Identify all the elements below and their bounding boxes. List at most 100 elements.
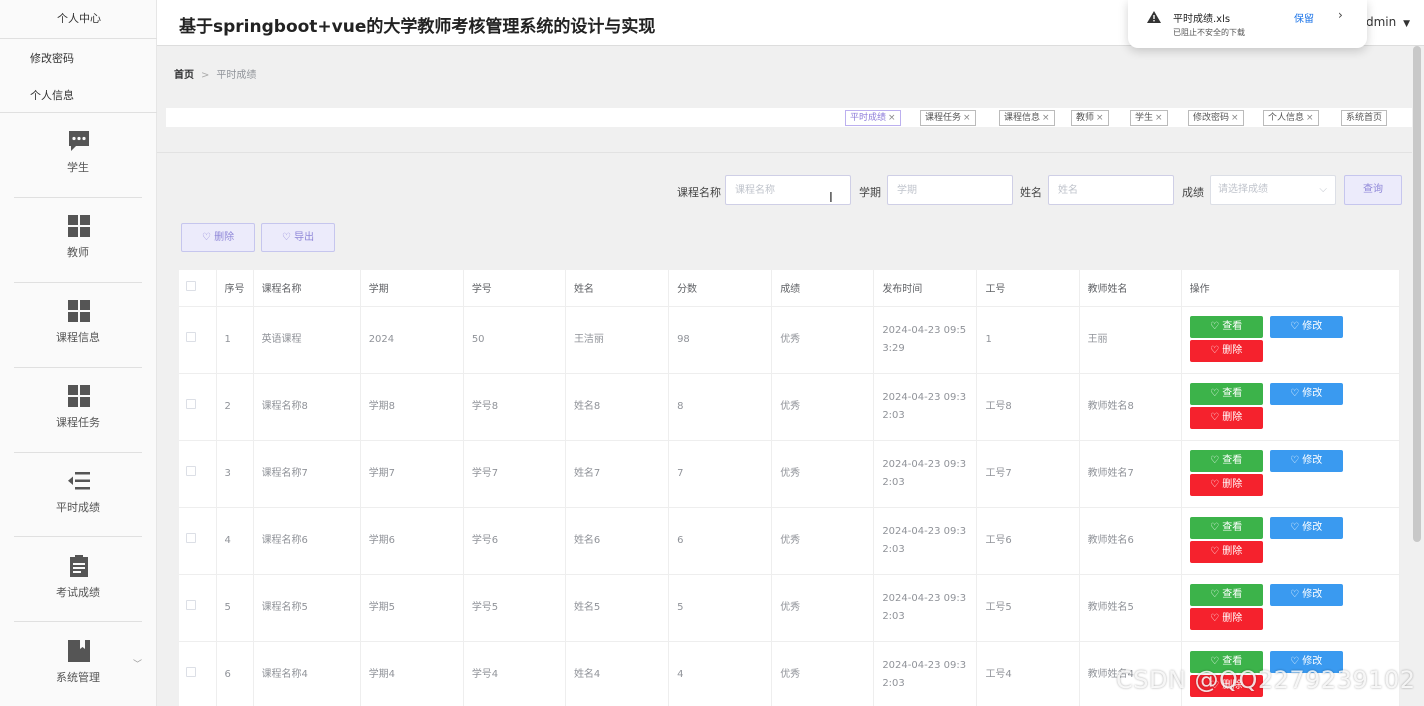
row-checkbox[interactable]: [179, 306, 217, 374]
checkbox[interactable]: [186, 599, 196, 610]
column-header[interactable]: 序号: [216, 270, 254, 307]
tag-personal-info[interactable]: 个人信息 ×: [1263, 110, 1319, 126]
cell-score: 8: [668, 373, 773, 441]
tag-students[interactable]: 学生 ×: [1130, 110, 1168, 126]
name-input[interactable]: [1048, 175, 1174, 205]
grade-select[interactable]: 请选择成绩 ⌵: [1210, 175, 1336, 205]
view-button[interactable]: ♡ 查看: [1189, 449, 1263, 472]
grade-label: 成绩: [1182, 186, 1204, 199]
term-input[interactable]: [887, 175, 1013, 205]
close-icon[interactable]: ×: [1155, 113, 1163, 123]
checkbox[interactable]: [186, 398, 196, 409]
heart-icon: ♡: [1290, 521, 1300, 533]
checkbox[interactable]: [186, 666, 196, 677]
download-notification: 平时成绩.xls 已阻止不安全的下载 保留 ›: [1128, 0, 1367, 48]
view-button[interactable]: ♡ 查看: [1189, 516, 1263, 539]
column-header[interactable]: 教师姓名: [1079, 270, 1182, 307]
row-checkbox[interactable]: [179, 574, 217, 642]
row-checkbox[interactable]: [179, 507, 217, 575]
sidebar: 个人中心 修改密码 个人信息 学生 教师 课程信息 课程任务 平时成绩 考试成绩…: [0, 0, 157, 706]
delete-button[interactable]: ♡ 删除: [1189, 339, 1263, 362]
column-header[interactable]: 分数: [668, 270, 773, 307]
column-header[interactable]: 成绩: [771, 270, 875, 307]
row-checkbox[interactable]: [179, 641, 217, 706]
checkbox[interactable]: [186, 465, 196, 476]
cell-grade: 优秀: [771, 574, 875, 642]
sidebar-item-label: 平时成绩: [56, 501, 100, 514]
cell-teacher-id: 工号8: [976, 373, 1080, 441]
sidebar-item-course-info[interactable]: 课程信息: [14, 283, 142, 367]
course-name-label: 课程名称: [677, 186, 721, 199]
cell-term: 2024: [360, 306, 464, 374]
heart-icon: ♡: [1210, 655, 1220, 667]
time-line-1: 2024-04-23 09:3: [882, 391, 967, 403]
query-button[interactable]: 查询: [1344, 175, 1402, 205]
edit-button[interactable]: ♡ 修改: [1269, 516, 1343, 539]
close-icon[interactable]: ×: [1096, 113, 1104, 123]
column-header[interactable]: 发布时间: [873, 270, 978, 307]
sidebar-item-course-tasks[interactable]: 课程任务: [14, 368, 142, 452]
delete-button[interactable]: ♡ 删除: [1189, 540, 1263, 563]
breadcrumb-home[interactable]: 首页: [174, 70, 194, 81]
close-icon[interactable]: ×: [1231, 113, 1239, 123]
cell-operations: ♡ 查看 ♡ 修改 ♡ 删除: [1181, 373, 1401, 441]
delete-button[interactable]: ♡ 删除: [1189, 473, 1263, 496]
close-icon[interactable]: ×: [963, 113, 971, 123]
cell-publish-time: 2024-04-23 09:5 3:29: [873, 306, 978, 374]
tag-teachers[interactable]: 教师 ×: [1071, 110, 1109, 126]
close-icon[interactable]: ×: [1306, 113, 1314, 123]
checkbox[interactable]: [186, 281, 196, 292]
chevron-right-icon[interactable]: ›: [1338, 8, 1343, 22]
batch-delete-button[interactable]: ♡ 删除: [181, 223, 255, 252]
close-icon[interactable]: ×: [1042, 113, 1050, 123]
column-header[interactable]: 学号: [463, 270, 566, 307]
select-all-checkbox[interactable]: [179, 270, 217, 307]
page-title: 基于springboot+vue的大学教师考核管理系统的设计与实现: [179, 17, 656, 37]
tag-system-home[interactable]: 系统首页: [1341, 110, 1388, 126]
view-button[interactable]: ♡ 查看: [1189, 382, 1263, 405]
heart-icon: ♡: [1210, 344, 1220, 356]
cell-term: 学期8: [360, 373, 464, 441]
view-button[interactable]: ♡ 查看: [1189, 583, 1263, 606]
edit-button[interactable]: ♡ 修改: [1269, 382, 1343, 405]
view-button[interactable]: ♡ 查看: [1189, 315, 1263, 338]
row-checkbox[interactable]: [179, 373, 217, 441]
cell-student-id: 学号4: [463, 641, 566, 706]
keep-button[interactable]: 保留: [1294, 10, 1314, 25]
column-header[interactable]: 课程名称: [253, 270, 361, 307]
cell-publish-time: 2024-04-23 09:3 2:03: [873, 507, 978, 575]
sidebar-item-teachers[interactable]: 教师: [14, 198, 142, 282]
column-header[interactable]: 工号: [976, 270, 1080, 307]
tag-course-info[interactable]: 课程信息 ×: [999, 110, 1055, 126]
column-header[interactable]: 学期: [360, 270, 464, 307]
cell-term: 学期7: [360, 440, 464, 508]
cell-index: 4: [216, 507, 254, 575]
heart-icon: ♡: [1210, 521, 1220, 533]
close-icon[interactable]: ×: [888, 113, 896, 123]
grid-icon: [68, 385, 90, 407]
row-checkbox[interactable]: [179, 440, 217, 508]
edit-button[interactable]: ♡ 修改: [1269, 449, 1343, 472]
table-row: 3 课程名称7 学期7 学号7 姓名7 7 优秀 2024-04-23 09:3 2:03 工号7…: [179, 440, 1401, 508]
checkbox[interactable]: [186, 331, 196, 342]
scrollbar[interactable]: [1413, 46, 1421, 542]
tag-change-password[interactable]: 修改密码 ×: [1188, 110, 1244, 126]
edit-button[interactable]: ♡ 修改: [1269, 583, 1343, 606]
sidebar-item-students[interactable]: 学生: [14, 113, 142, 197]
cell-publish-time: 2024-04-23 09:3 2:03: [873, 373, 978, 441]
edit-button[interactable]: ♡ 修改: [1269, 315, 1343, 338]
row-actions: ♡ 查看 ♡ 修改 ♡ 删除: [1189, 374, 1399, 440]
column-header[interactable]: 姓名: [565, 270, 670, 307]
export-button[interactable]: ♡ 导出: [261, 223, 335, 252]
delete-button[interactable]: ♡ 删除: [1189, 607, 1263, 630]
heart-icon: ♡: [281, 232, 291, 243]
sidebar-item-system-management[interactable]: 系统管理 ﹀: [14, 623, 142, 706]
tag-regular-scores[interactable]: 平时成绩 ×: [845, 110, 901, 126]
heart-icon: ♡: [1210, 545, 1220, 557]
checkbox[interactable]: [186, 532, 196, 543]
delete-button[interactable]: ♡ 删除: [1189, 406, 1263, 429]
tag-course-tasks[interactable]: 课程任务 ×: [920, 110, 976, 126]
text-cursor-icon: I: [829, 191, 833, 206]
sidebar-item-regular-scores[interactable]: 平时成绩: [14, 453, 142, 537]
sidebar-item-exam-scores[interactable]: 考试成绩: [14, 538, 142, 622]
